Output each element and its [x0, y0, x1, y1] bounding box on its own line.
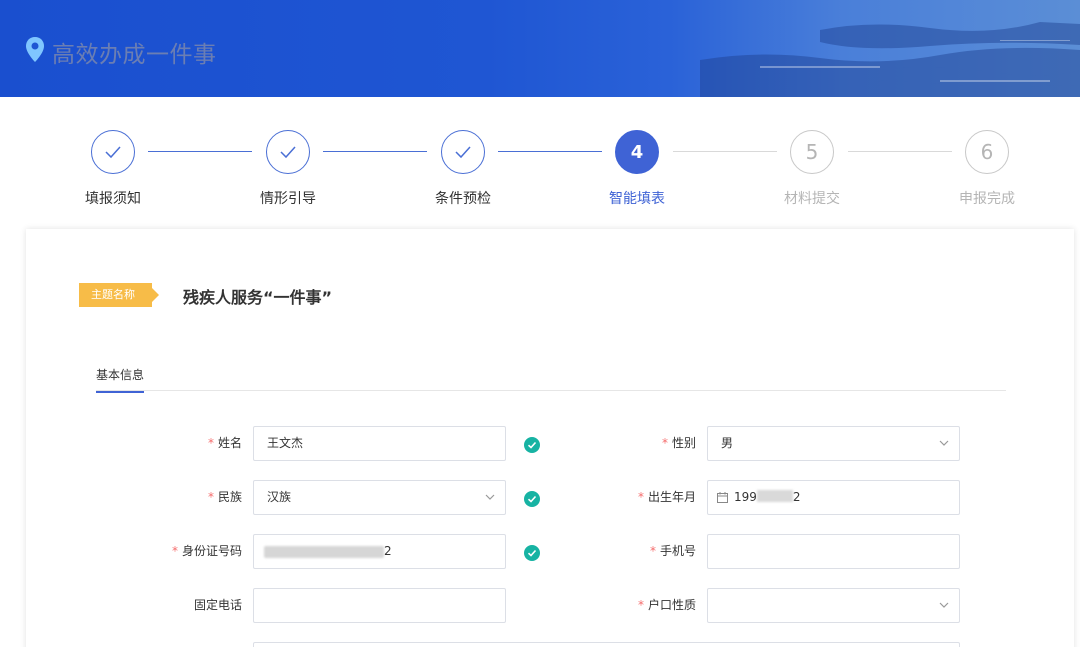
name-value: 王文杰	[267, 436, 304, 450]
brand: 高效办成一件事	[24, 36, 217, 68]
birth-value: 199 2	[734, 490, 801, 504]
id-number-input[interactable]: 2	[253, 534, 506, 569]
valid-check-icon	[524, 437, 540, 453]
landline-input[interactable]	[253, 588, 506, 623]
step-3[interactable]: 条件预检	[403, 130, 523, 208]
birth-date-picker[interactable]: 199 2	[707, 480, 960, 515]
gender-select[interactable]: 男	[707, 426, 960, 461]
valid-check-icon	[524, 545, 540, 561]
household-label: * 户口性质	[637, 598, 696, 612]
name-input[interactable]: 王文杰	[253, 426, 506, 461]
chevron-down-icon	[939, 440, 949, 446]
check-icon	[91, 130, 135, 174]
gender-value: 男	[721, 436, 734, 450]
birth-label: * 出生年月	[637, 490, 696, 504]
phone-label: * 手机号	[649, 544, 696, 558]
landline-label: 固定电话	[193, 598, 242, 612]
household-select[interactable]	[707, 588, 960, 623]
chevron-down-icon	[939, 602, 949, 608]
chevron-down-icon	[485, 494, 495, 500]
form-card: 主题名称 残疾人服务“一件事” 基本信息 * 姓名 王文杰 * 性别 男 * 民族 汉…	[26, 229, 1074, 647]
progress-stepper: 填报须知 情形引导 条件预检 4 智能填表 5 材料提交 6 申报完成	[0, 120, 1080, 210]
check-icon	[441, 130, 485, 174]
ethnicity-label: * 民族	[207, 490, 242, 504]
name-label: * 姓名	[207, 436, 242, 450]
step-number: 6	[965, 130, 1009, 174]
id-number-value: 2	[384, 544, 392, 558]
valid-check-icon	[524, 491, 540, 507]
next-row-input[interactable]	[253, 642, 960, 647]
tab-basic-info[interactable]: 基本信息	[96, 366, 145, 393]
phone-input[interactable]	[707, 534, 960, 569]
step-label: 智能填表	[609, 191, 665, 207]
step-label: 申报完成	[959, 191, 1015, 207]
ethnicity-value: 汉族	[267, 490, 292, 504]
step-4[interactable]: 4 智能填表	[577, 130, 697, 208]
step-number: 4	[615, 130, 659, 174]
check-icon	[266, 130, 310, 174]
site-title: 高效办成一件事	[52, 42, 217, 68]
topic-tag: 主题名称	[79, 283, 159, 307]
tab-bar: 基本信息	[96, 366, 1006, 393]
step-1[interactable]: 填报须知	[53, 130, 173, 208]
calendar-icon	[717, 492, 728, 503]
step-5[interactable]: 5 材料提交	[752, 130, 872, 208]
topic-title: 残疾人服务“一件事”	[183, 288, 333, 307]
location-pin-icon	[24, 36, 46, 68]
step-label: 条件预检	[435, 191, 491, 207]
redacted-id	[264, 546, 384, 558]
ethnicity-select[interactable]: 汉族	[253, 480, 506, 515]
step-6[interactable]: 6 申报完成	[927, 130, 1047, 208]
id-number-label: * 身份证号码	[171, 544, 242, 558]
step-number: 5	[790, 130, 834, 174]
step-label: 材料提交	[784, 191, 840, 207]
page-header: 高效办成一件事	[0, 0, 1080, 97]
gender-label: * 性别	[661, 436, 696, 450]
step-label: 填报须知	[85, 191, 141, 207]
step-2[interactable]: 情形引导	[228, 130, 348, 208]
step-label: 情形引导	[260, 191, 316, 207]
